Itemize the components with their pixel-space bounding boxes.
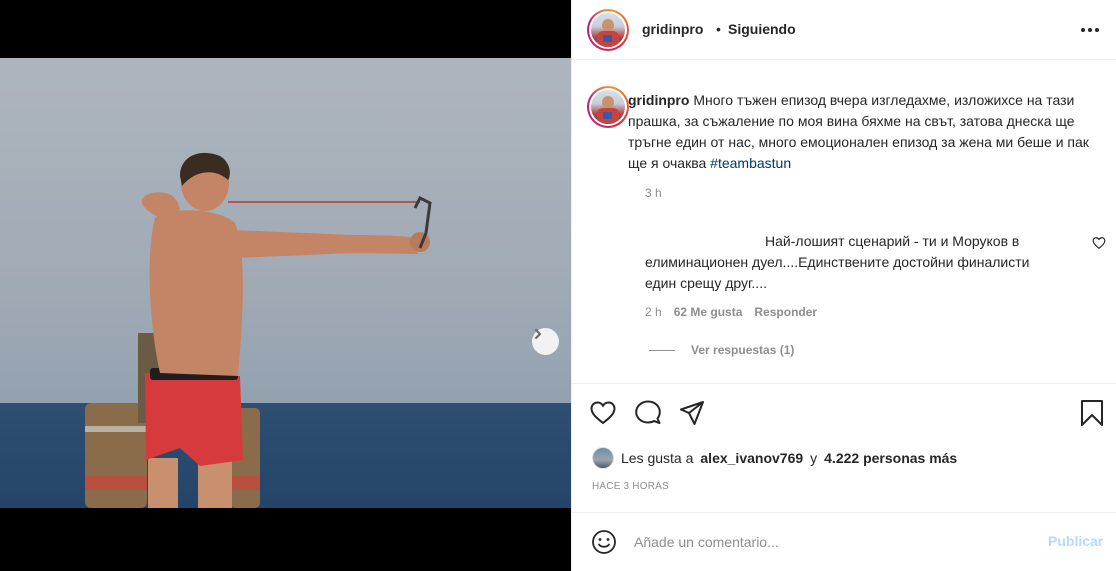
more-icon [1081,28,1099,32]
caption-avatar[interactable] [587,86,629,128]
likes-count[interactable]: 4.222 personas más [824,450,957,466]
share-icon[interactable] [678,399,706,427]
comment-icon[interactable] [634,399,662,427]
post-timestamp[interactable]: HACE 3 HORAS [592,481,669,492]
comment-meta: 2 h 62 Me gusta Responder [645,305,817,319]
post-photo[interactable] [0,58,571,508]
add-comment-section: Publicar [572,512,1116,571]
view-replies-label: Ver respuestas (1) [691,343,795,357]
post-detail-panel: gridinpro • Siguiendo gridinpro Много тъ… [571,0,1116,571]
replies-divider [649,349,675,351]
comment-time[interactable]: 2 h [645,305,662,319]
header-separator: • [716,21,721,37]
post-actions: Les gusta a alex_ivanov769 y 4.222 perso… [572,383,1116,571]
heart-icon[interactable] [589,399,617,427]
post-caption: gridinpro Много тъжен епизод вчера изгле… [628,90,1108,174]
comment-text: Най-лошият сценарий - ти и Моруков в ели… [645,233,1030,291]
bookmark-icon[interactable] [1078,399,1106,427]
chevron-right-icon [535,329,541,339]
likes-summary: Les gusta a alex_ivanov769 y 4.222 perso… [592,447,957,469]
follow-status-button[interactable]: Siguiendo [728,21,796,37]
post-header: gridinpro • Siguiendo [572,0,1116,60]
publish-button[interactable]: Publicar [1048,533,1103,549]
liker-username[interactable]: alex_ivanov769 [700,450,803,466]
likes-prefix: Les gusta a [621,450,694,466]
avatar[interactable] [587,9,629,51]
comment-reply-button[interactable]: Responder [754,305,817,319]
emoji-icon[interactable] [591,529,617,555]
comment-input[interactable] [634,531,1034,553]
comment-like-heart-icon[interactable] [1092,236,1106,250]
likes-joiner: y [810,450,818,466]
caption-hashtag[interactable]: #teambastun [710,155,791,171]
caption-time[interactable]: 3 h [645,186,662,200]
post-media [0,0,571,571]
caption-text: Много тъжен епизод вчера изгледахме, изл… [628,92,1089,171]
photo-illustration [85,152,432,508]
view-replies-button[interactable]: Ver respuestas (1) [649,343,794,357]
liker-avatar[interactable] [592,447,614,469]
comment-likes[interactable]: 62 Me gusta [674,305,743,319]
more-options-button[interactable] [1078,22,1102,38]
caption-username[interactable]: gridinpro [628,92,689,108]
carousel-next-button[interactable] [532,328,559,355]
header-username[interactable]: gridinpro [642,21,703,37]
